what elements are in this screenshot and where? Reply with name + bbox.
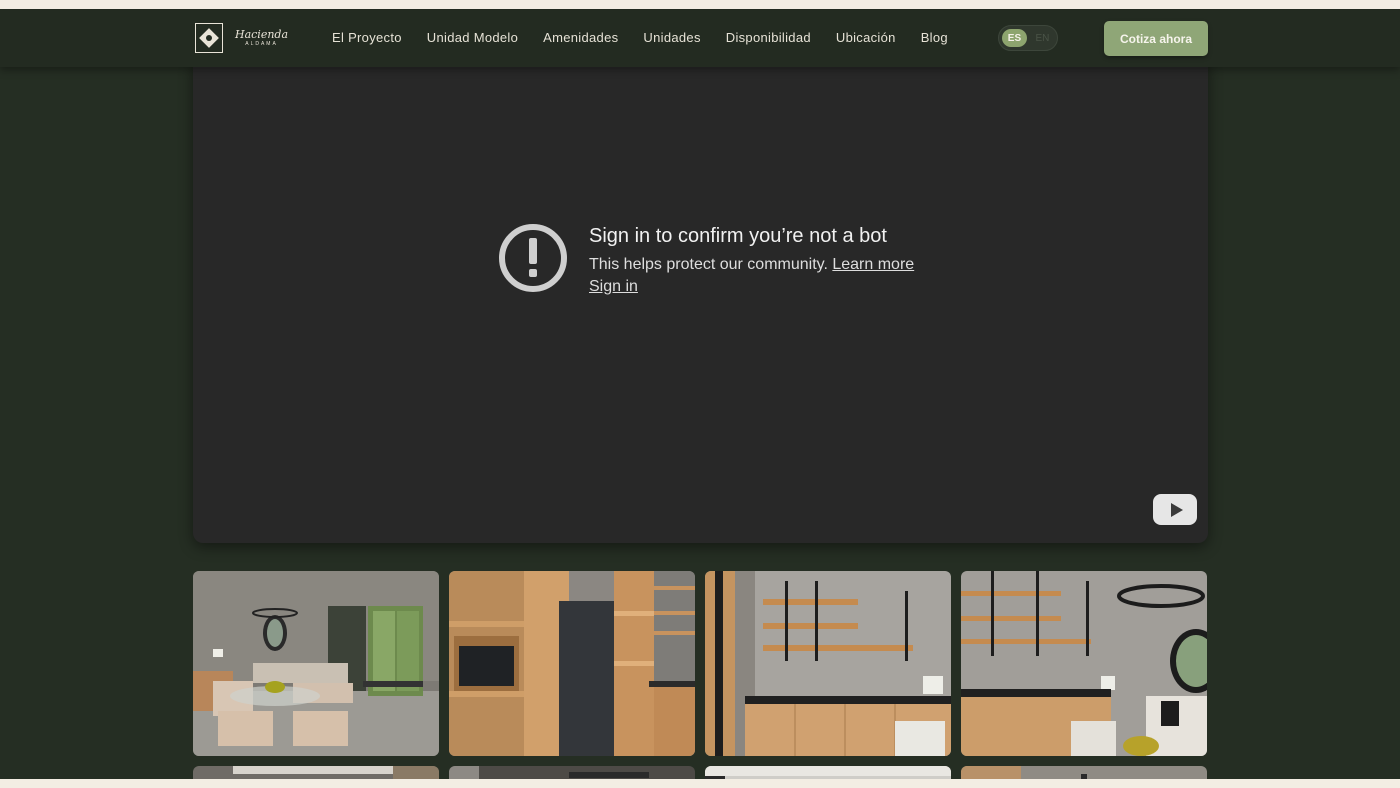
row2-photo-2-image — [449, 766, 695, 779]
logo-wordmark: Hacienda ALDAMA — [235, 28, 288, 48]
site-logo[interactable]: Hacienda ALDAMA — [195, 23, 288, 53]
bot-check-description: This helps protect our community. — [589, 256, 828, 273]
nav-disponibilidad[interactable]: Disponibilidad — [726, 30, 811, 45]
row2-photo-4-image — [961, 766, 1207, 779]
nav-amenidades[interactable]: Amenidades — [543, 30, 618, 45]
language-toggle[interactable]: ES EN — [998, 25, 1058, 51]
top-navbar: Hacienda ALDAMA El Proyecto Unidad Model… — [0, 9, 1400, 67]
bot-check-body: This helps protect our community. Learn … — [589, 254, 914, 298]
youtube-embed[interactable]: Sign in to confirm you’re not a bot This… — [193, 55, 1208, 543]
quote-button[interactable]: Cotiza ahora — [1104, 21, 1208, 56]
gallery-photo-row2-1[interactable] — [193, 766, 439, 779]
sign-in-link[interactable]: Sign in — [589, 278, 638, 295]
logo-emblem-icon — [195, 23, 223, 53]
kitchen-living-photo-image — [961, 571, 1207, 756]
lang-en-option[interactable]: EN — [1031, 29, 1054, 47]
bottom-edge-strip — [0, 779, 1400, 788]
gallery-photo-living-room[interactable] — [193, 571, 439, 756]
page-background: Hacienda ALDAMA El Proyecto Unidad Model… — [0, 9, 1400, 779]
nav-el-proyecto[interactable]: El Proyecto — [332, 30, 402, 45]
shelving-photo-image — [449, 571, 695, 756]
gallery-photo-row2-3[interactable] — [705, 766, 951, 779]
bot-check-message: Sign in to confirm you’re not a bot This… — [498, 223, 914, 298]
living-room-photo-image — [193, 571, 439, 756]
logo-script-text: Hacienda — [235, 28, 289, 41]
learn-more-link[interactable]: Learn more — [832, 256, 914, 273]
nav-unidad-modelo[interactable]: Unidad Modelo — [427, 30, 518, 45]
bot-check-title: Sign in to confirm you’re not a bot — [589, 225, 887, 247]
nav-unidades[interactable]: Unidades — [643, 30, 700, 45]
photo-gallery — [193, 571, 1208, 779]
youtube-logo-icon[interactable] — [1153, 494, 1197, 525]
gallery-photo-kitchen[interactable] — [705, 571, 951, 756]
nav-blog[interactable]: Blog — [921, 30, 948, 45]
nav-ubicacion[interactable]: Ubicación — [836, 30, 896, 45]
logo-sub-text: ALDAMA — [245, 41, 278, 47]
lang-es-option[interactable]: ES — [1002, 29, 1027, 47]
gallery-photo-kitchen-living[interactable] — [961, 571, 1207, 756]
gallery-photo-shelving[interactable] — [449, 571, 695, 756]
row2-photo-3-image — [705, 766, 951, 779]
kitchen-photo-image — [705, 571, 951, 756]
alert-circle-icon — [499, 224, 567, 292]
main-nav: El Proyecto Unidad Modelo Amenidades Uni… — [332, 30, 948, 45]
bot-check-text: Sign in to confirm you’re not a bot This… — [589, 223, 914, 298]
gallery-photo-row2-4[interactable] — [961, 766, 1207, 779]
gallery-photo-row2-2[interactable] — [449, 766, 695, 779]
row2-photo-1-image — [193, 766, 439, 779]
